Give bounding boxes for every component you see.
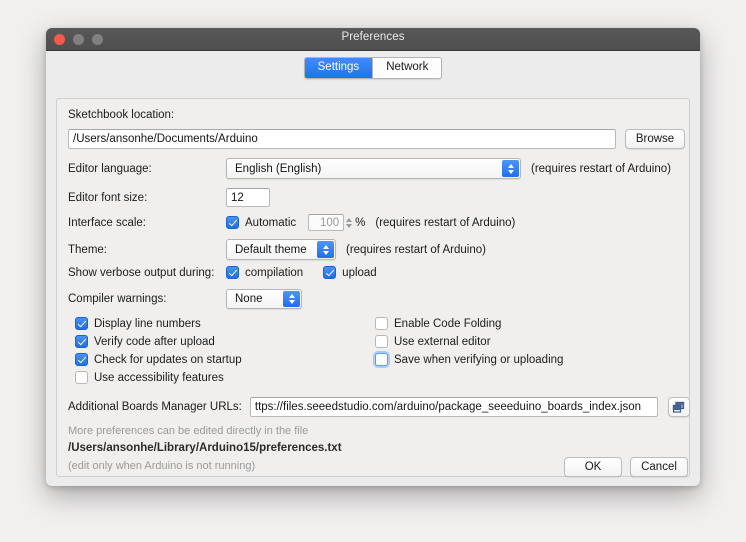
checkbox-box[interactable] — [75, 317, 88, 330]
verbose-upload-checkbox[interactable]: upload — [323, 266, 377, 279]
editor-language-row: Editor language: English (English) (requ… — [68, 158, 671, 179]
interface-scale-note: (requires restart of Arduino) — [375, 216, 516, 229]
enable-code-folding-label: Enable Code Folding — [394, 317, 502, 330]
interface-scale-row: Interface scale: Automatic 100 % (requir… — [68, 214, 515, 231]
editor-font-size-label: Editor font size: — [68, 191, 148, 204]
theme-row: Theme: Default theme (requires restart o… — [68, 239, 486, 260]
open-windows-icon — [673, 401, 685, 413]
compiler-warnings-select[interactable]: None — [226, 289, 302, 309]
boards-urls-label: Additional Boards Manager URLs: — [68, 401, 242, 413]
compiler-warnings-value: None — [235, 293, 263, 305]
tab-settings[interactable]: Settings — [304, 58, 374, 78]
interface-scale-percent-label: % — [355, 216, 366, 229]
theme-select[interactable]: Default theme — [226, 239, 336, 260]
verify-code-after-upload-checkbox[interactable]: Verify code after upload — [75, 335, 215, 348]
checkbox-box[interactable] — [375, 335, 388, 348]
settings-panel: Sketchbook location: /Users/ansonhe/Docu… — [56, 98, 690, 477]
compiler-warnings-row: Compiler warnings: None — [68, 289, 302, 309]
check-for-updates-label: Check for updates on startup — [94, 353, 242, 366]
save-when-verifying-checkbox[interactable]: Save when verifying or uploading — [375, 353, 563, 366]
boards-urls-input[interactable]: ttps://files.seeedstudio.com/arduino/pac… — [249, 397, 658, 417]
checkbox-box[interactable] — [375, 353, 388, 366]
sketchbook-field-row: /Users/ansonhe/Documents/Arduino Browse — [68, 129, 685, 149]
enable-code-folding-checkbox[interactable]: Enable Code Folding — [375, 317, 501, 330]
editor-language-select[interactable]: English (English) — [226, 158, 521, 179]
checkbox-box[interactable] — [323, 266, 337, 279]
sketchbook-label-row: Sketchbook location: — [68, 109, 174, 121]
display-line-numbers-checkbox[interactable]: Display line numbers — [75, 317, 201, 330]
edit-warning-text: (edit only when Arduino is not running) — [68, 460, 256, 472]
footer-line-2: /Users/ansonhe/Library/Arduino15/prefere… — [68, 442, 342, 454]
browse-button[interactable]: Browse — [625, 129, 685, 149]
boards-urls-open-button[interactable] — [667, 397, 690, 417]
ok-button[interactable]: OK — [564, 457, 622, 477]
interface-scale-automatic-checkbox[interactable]: Automatic — [226, 216, 296, 229]
use-external-editor-checkbox[interactable]: Use external editor — [375, 335, 491, 348]
boards-urls-row: Additional Boards Manager URLs: ttps://f… — [68, 397, 690, 417]
interface-scale-input[interactable]: 100 — [308, 214, 345, 231]
chevron-up-down-icon[interactable] — [283, 291, 300, 307]
interface-scale-automatic-label: Automatic — [245, 216, 297, 229]
theme-note: (requires restart of Arduino) — [346, 243, 486, 256]
verbose-upload-label: upload — [342, 266, 377, 279]
verbose-compilation-checkbox[interactable]: compilation — [226, 266, 303, 279]
editor-language-value: English (English) — [235, 162, 322, 175]
verbose-output-label: Show verbose output during: — [68, 266, 215, 279]
verbose-compilation-label: compilation — [245, 266, 304, 279]
checkbox-box[interactable] — [75, 371, 88, 384]
footer-line-3: (edit only when Arduino is not running) — [68, 460, 255, 472]
tab-group: Settings Network — [303, 57, 443, 79]
verbose-output-row: Show verbose output during: compilation … — [68, 266, 377, 279]
footer-line-1: More preferences can be edited directly … — [68, 425, 308, 437]
checkbox-box[interactable] — [75, 353, 88, 366]
tab-network[interactable]: Network — [373, 58, 442, 78]
use-accessibility-features-checkbox[interactable]: Use accessibility features — [75, 371, 224, 384]
save-when-verifying-label: Save when verifying or uploading — [394, 353, 564, 366]
preferences-file-path: /Users/ansonhe/Library/Arduino15/prefere… — [68, 442, 342, 454]
cancel-button[interactable]: Cancel — [630, 457, 688, 477]
tab-bar: Settings Network — [46, 51, 700, 81]
dialog-buttons: OK Cancel — [564, 457, 688, 477]
checkbox-box[interactable] — [226, 266, 239, 279]
desktop-background: Preferences Settings Network Sketchbook … — [0, 0, 746, 542]
editor-font-size-row: Editor font size: 12 — [68, 188, 270, 207]
sketchbook-location-input[interactable]: /Users/ansonhe/Documents/Arduino — [68, 129, 616, 149]
editor-language-note: (requires restart of Arduino) — [531, 162, 671, 175]
theme-label: Theme: — [68, 243, 107, 256]
interface-scale-label: Interface scale: — [68, 216, 146, 229]
chevron-up-down-icon[interactable] — [317, 241, 334, 258]
check-for-updates-checkbox[interactable]: Check for updates on startup — [75, 353, 242, 366]
checkbox-box[interactable] — [375, 317, 388, 330]
verify-code-after-upload-label: Verify code after upload — [94, 335, 215, 348]
editor-font-size-input[interactable]: 12 — [226, 188, 270, 207]
editor-language-label: Editor language: — [68, 162, 152, 175]
interface-scale-stepper[interactable] — [346, 217, 353, 228]
window-title: Preferences — [341, 31, 405, 43]
more-preferences-text: More preferences can be edited directly … — [68, 425, 309, 437]
use-accessibility-features-label: Use accessibility features — [94, 371, 224, 384]
theme-value: Default theme — [235, 243, 307, 256]
preferences-window: Preferences Settings Network Sketchbook … — [46, 28, 700, 486]
window-titlebar: Preferences — [46, 28, 700, 51]
checkbox-box[interactable] — [75, 335, 88, 348]
use-external-editor-label: Use external editor — [394, 335, 491, 348]
display-line-numbers-label: Display line numbers — [94, 317, 201, 330]
compiler-warnings-label: Compiler warnings: — [68, 293, 167, 305]
chevron-up-down-icon[interactable] — [502, 160, 519, 177]
checkbox-box[interactable] — [226, 216, 239, 229]
sketchbook-location-label: Sketchbook location: — [68, 109, 175, 121]
